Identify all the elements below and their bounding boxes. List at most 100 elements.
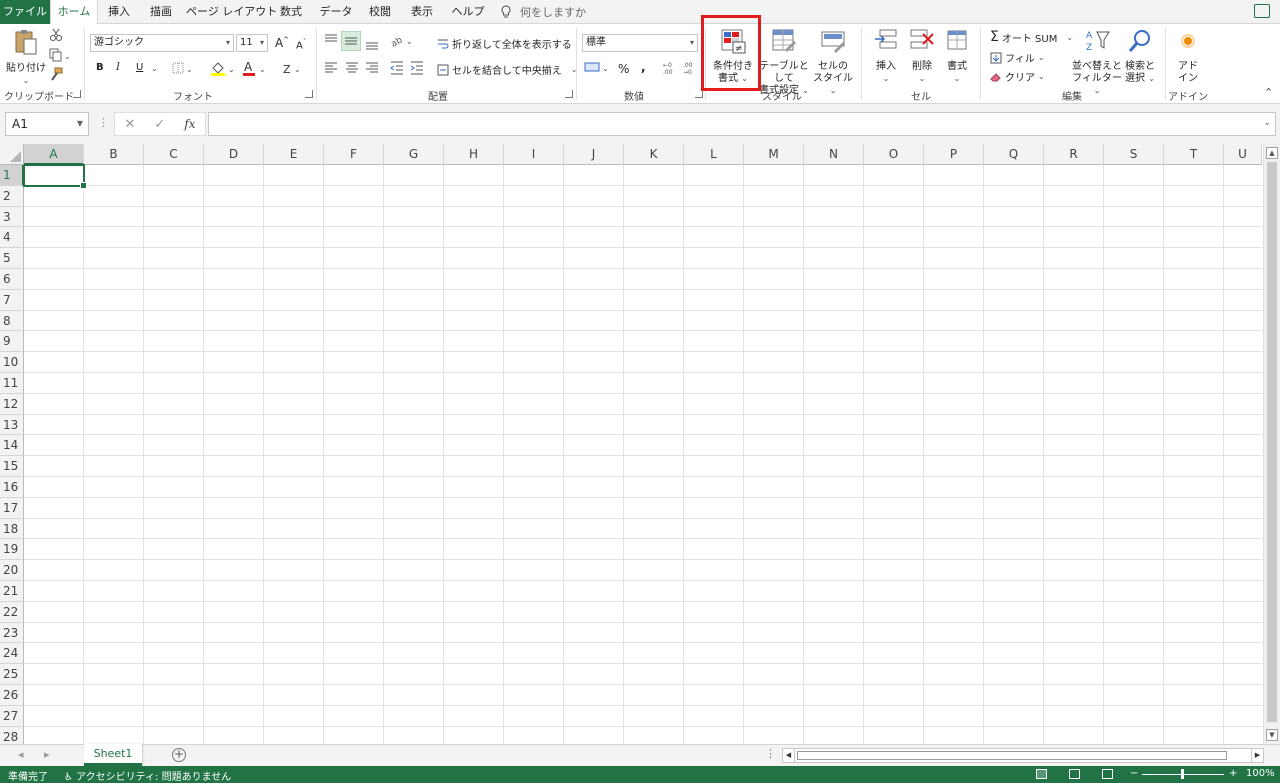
column-header-d[interactable]: D [204,144,264,165]
font-color-icon[interactable]: A ⌄ [242,60,268,76]
row-header-26[interactable]: 26 [0,685,24,706]
increase-decimal-icon[interactable]: ←0.00 [662,60,678,76]
row-header-6[interactable]: 6 [0,269,24,290]
column-header-o[interactable]: O [864,144,924,165]
column-header-h[interactable]: H [444,144,504,165]
cell-styles-button[interactable]: セルの スタイル ⌄ [810,28,856,97]
scroll-right-icon[interactable]: ▶ [1251,749,1263,762]
column-header-k[interactable]: K [624,144,684,165]
italic-button[interactable]: I [116,62,120,73]
font-launcher-icon[interactable] [305,90,313,98]
percent-style-button[interactable]: % [618,62,629,76]
row-header-9[interactable]: 9 [0,331,24,353]
format-as-table-button[interactable]: テーブルとして 書式設定 ⌄ [758,28,810,97]
column-header-t[interactable]: T [1164,144,1224,165]
bold-button[interactable]: B [96,62,104,73]
accounting-format-icon[interactable]: ⌄ [584,60,612,74]
find-select-button[interactable]: 検索と 選択 ⌄ [1122,28,1158,85]
column-header-q[interactable]: Q [984,144,1044,165]
insert-function-icon[interactable]: fx [184,117,195,131]
row-header-19[interactable]: 19 [0,539,24,561]
column-header-b[interactable]: B [84,144,144,165]
row-header-16[interactable]: 16 [0,477,24,498]
insert-cells-button[interactable]: 挿入 ⌄ [868,28,904,85]
row-header-2[interactable]: 2 [0,185,24,207]
column-header-p[interactable]: P [924,144,984,165]
alignment-launcher-icon[interactable] [565,90,573,98]
row-header-11[interactable]: 11 [0,373,24,394]
worksheet-grid[interactable]: A B C D E F G H I J K L M N O P Q R S T U 1 2 3 4 5 6 7 8 9 10 11 12 13 14… [0,144,1280,744]
tab-review[interactable]: 校閲 [364,0,396,24]
row-header-28[interactable]: 28 [0,726,24,744]
row-header-4[interactable]: 4 [0,227,24,249]
tab-file[interactable]: ファイル [0,0,50,24]
chevron-down-icon[interactable]: ⌄ [151,64,158,73]
row-header-3[interactable]: 3 [0,206,24,228]
row-header-13[interactable]: 13 [0,414,24,436]
clipboard-launcher-icon[interactable] [73,90,81,98]
expand-formula-icon[interactable]: ⌄ [1263,118,1271,128]
vertical-scrollbar[interactable]: ▲ ▼ [1263,144,1280,744]
phonetic-guide-icon[interactable]: Z ⌄ [282,60,304,76]
sheet-tab-sheet1[interactable]: Sheet1 [84,744,142,766]
tab-page-layout[interactable]: ページ レイアウト [186,0,277,24]
tab-data[interactable]: データ [316,0,356,24]
font-name-combo[interactable]: 游ゴシック ▾ [90,34,234,52]
row-header-14[interactable]: 14 [0,435,24,457]
horizontal-scrollbar[interactable]: ◀ ▶ [782,748,1264,763]
normal-view-icon[interactable] [1036,769,1047,779]
row-header-25[interactable]: 25 [0,664,24,685]
formula-input[interactable]: ⌄ [208,112,1276,136]
column-header-a[interactable]: A [24,144,84,165]
row-header-21[interactable]: 21 [0,581,24,602]
zoom-level[interactable]: 100% [1246,768,1275,779]
column-header-m[interactable]: M [744,144,804,165]
sort-filter-button[interactable]: AZ 並べ替えと フィルター ⌄ [1072,28,1122,97]
align-center-icon[interactable] [345,62,359,74]
tab-insert[interactable]: 挿入 [102,0,136,24]
row-header-10[interactable]: 10 [0,352,24,373]
row-header-8[interactable]: 8 [0,310,24,332]
row-header-22[interactable]: 22 [0,601,24,623]
addins-button[interactable]: アド イン [1170,28,1206,85]
vertical-scroll-thumb[interactable] [1267,162,1277,722]
prev-sheet-icon[interactable]: ◂ [18,748,24,761]
accessibility-status[interactable]: ♿ アクセシビリティ: 問題ありません [64,768,231,783]
align-bottom-icon[interactable] [365,40,379,50]
increase-indent-icon[interactable] [410,61,424,75]
row-header-7[interactable]: 7 [0,289,24,311]
row-header-18[interactable]: 18 [0,518,24,540]
row-header-12[interactable]: 12 [0,393,24,415]
tab-home[interactable]: ホーム [50,0,98,25]
tab-formulas[interactable]: 数式 [276,0,306,24]
decrease-indent-icon[interactable] [390,61,404,75]
fill-color-icon[interactable]: ⌄ [210,60,236,76]
column-header-g[interactable]: G [384,144,444,165]
enter-icon[interactable]: ✓ [154,117,165,132]
comma-style-button[interactable]: , [641,60,646,74]
align-middle-icon[interactable] [341,31,361,51]
column-header-l[interactable]: L [684,144,744,165]
underline-button[interactable]: U [136,62,143,73]
scroll-left-icon[interactable]: ◀ [783,749,795,762]
number-format-combo[interactable]: 標準 ▾ [582,34,698,52]
column-header-s[interactable]: S [1104,144,1164,165]
column-header-c[interactable]: C [144,144,204,165]
cut-icon[interactable] [49,28,63,42]
clear-button[interactable]: クリア ⌄ [990,69,1045,84]
tab-view[interactable]: 表示 [406,0,438,24]
increase-font-size-icon[interactable]: A^ [275,36,289,50]
paste-button[interactable]: 貼り付け ⌄ [6,28,46,87]
wrap-text-button[interactable]: 折り返して全体を表示する [437,36,572,51]
name-box[interactable]: A1 ▼ [5,112,89,136]
cancel-icon[interactable]: ✕ [124,117,135,132]
zoom-slider-thumb[interactable] [1181,769,1184,779]
font-size-combo[interactable]: 11 ▾ [236,34,268,52]
row-header-17[interactable]: 17 [0,497,24,519]
column-header-i[interactable]: I [504,144,564,165]
decrease-font-size-icon[interactable]: Aˇ [296,38,306,51]
merge-center-button[interactable]: セルを結合して中央揃え ⌄ [437,62,577,77]
copy-icon[interactable]: ⌄ [49,48,71,62]
zoom-out-button[interactable]: − [1130,768,1138,779]
tab-split-handle-icon[interactable]: ⋮ [765,747,776,760]
